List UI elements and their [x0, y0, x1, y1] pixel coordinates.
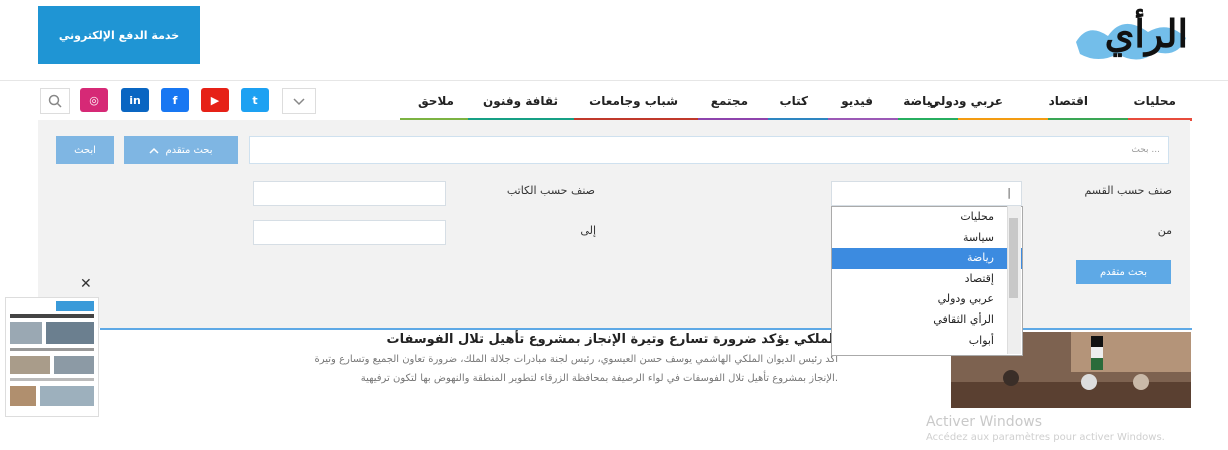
twitter-icon[interactable]: t — [241, 88, 269, 112]
dropdown-option[interactable]: سياسة — [832, 228, 1022, 249]
to-date-input[interactable] — [253, 220, 446, 245]
dropdown-option-selected[interactable]: رياضة — [832, 248, 1022, 269]
writer-filter-label: صنف حسب الكاتب — [506, 184, 595, 197]
popup-close-button[interactable]: ✕ — [80, 276, 92, 292]
advanced-search-label: بحث متقدم — [165, 144, 213, 156]
instagram-icon[interactable]: ◎ — [80, 88, 108, 112]
article-title[interactable]: الملكي يؤكد ضرورة تسارع وتيرة الإنجاز بم… — [0, 332, 838, 347]
dropdown-option[interactable]: إقتصاد — [832, 269, 1022, 290]
logo-text: الرأي — [1104, 11, 1190, 56]
from-date-label: من — [1157, 224, 1172, 237]
article-summary-line: أكد رئيس الديوان الملكي الهاشمي يوسف حسن… — [314, 354, 839, 365]
search-toggle-button[interactable] — [40, 88, 70, 114]
advanced-search-toggle[interactable]: بحث متقدم — [124, 136, 238, 164]
nav-item-supplements[interactable]: ملاحق — [418, 94, 454, 108]
e-payment-button[interactable]: خدمة الدفع الإلكتروني — [38, 6, 200, 64]
windows-activation-hint: Accédez aux paramètres pour activer Wind… — [926, 432, 1165, 443]
dropdown-option[interactable]: محليات — [832, 207, 1022, 228]
chevron-up-icon — [149, 147, 159, 154]
newspaper-thumbnail[interactable] — [5, 297, 99, 417]
linkedin-icon[interactable]: in — [121, 88, 149, 112]
dropdown-option[interactable]: الرأي الثقافي — [832, 310, 1022, 331]
divider — [100, 328, 1192, 330]
dropdown-option[interactable]: عربي ودولي — [832, 289, 1022, 310]
search-input[interactable]: بحث ... — [249, 136, 1169, 164]
category-filter-label: صنف حسب القسم — [1084, 184, 1172, 197]
category-dropdown-list: محليات سياسة رياضة إقتصاد عربي ودولي الر… — [831, 206, 1023, 356]
youtube-icon[interactable]: ▶ — [201, 88, 229, 112]
dropdown-scroll-thumb[interactable] — [1009, 218, 1018, 298]
nav-item-writers[interactable]: كتاب — [780, 94, 808, 108]
nav-item-video[interactable]: فيديو — [841, 94, 873, 108]
nav-more-button[interactable] — [282, 88, 316, 114]
advanced-search-submit[interactable]: بحث متقدم — [1076, 260, 1171, 284]
dropdown-option[interactable]: أبواب — [832, 331, 1022, 352]
nav-item-youth[interactable]: شباب وجامعات — [589, 94, 678, 108]
nav-item-world[interactable]: عربي ودولي — [929, 94, 1003, 108]
search-icon — [48, 94, 62, 108]
category-select[interactable]: | — [831, 181, 1022, 206]
chevron-down-icon — [293, 98, 305, 106]
writer-input[interactable] — [253, 181, 446, 206]
windows-activation-watermark: Activer Windows — [926, 414, 1043, 430]
nav-item-culture[interactable]: ثقافة وفنون — [483, 94, 558, 108]
site-logo[interactable]: الرأي — [1068, 2, 1194, 70]
search-button[interactable]: ابحث — [56, 136, 114, 164]
article-summary-line: الإنجاز بمشروع تأهيل تلال الفوسفات في لو… — [360, 373, 838, 384]
newspaper-page-illustration — [10, 301, 94, 406]
nav-item-economy[interactable]: اقتصاد — [1049, 94, 1088, 108]
to-date-label: إلى — [580, 224, 596, 237]
facebook-icon[interactable]: f — [161, 88, 189, 112]
nav-item-sports[interactable]: رياضة — [903, 94, 938, 108]
nav-item-society[interactable]: مجتمع — [711, 94, 748, 108]
nav-item-local[interactable]: محليات — [1134, 94, 1176, 108]
